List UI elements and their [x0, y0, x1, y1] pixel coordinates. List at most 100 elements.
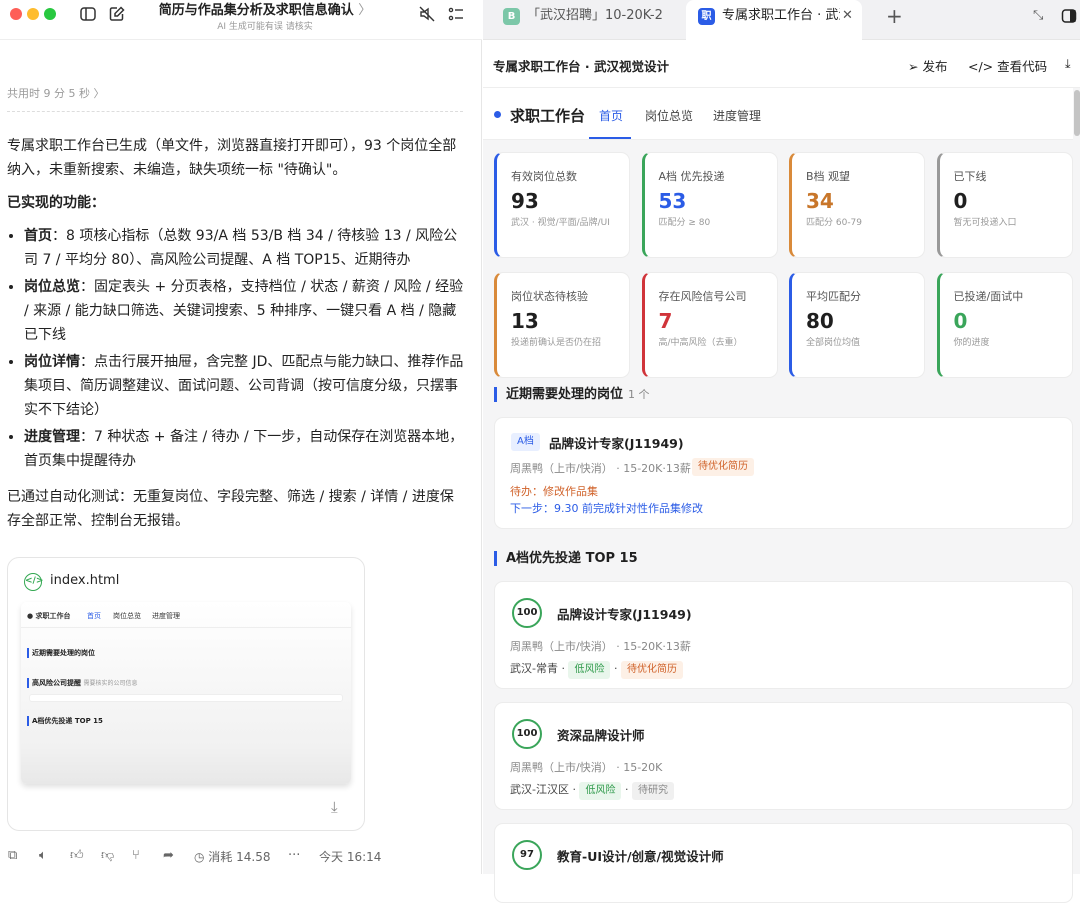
close-tab-icon[interactable]: ✕ — [842, 0, 853, 32]
tab-favicon: 职 — [698, 8, 715, 25]
token-cost: ◷ 消耗 14.58 — [194, 850, 271, 864]
browser-tabstrip: B 「武汉招聘」10-20K-2 职 专属求职工作台 · 武汉 ✕ + ⤡ — [483, 0, 1080, 40]
features-list: 首页：8 项核心指标（总数 93/A 档 53/B 档 34 / 待核验 13 … — [24, 224, 467, 473]
stat-card: B档 观望 34 匹配分 60-79 — [789, 152, 925, 258]
chevron-right-icon: 〉 — [358, 3, 372, 18]
stat-card: 已下线 0 暂无可投递入口 — [936, 152, 1073, 258]
thumbs-up-icon[interactable]: 👍︎ — [70, 848, 84, 863]
browser-tab-2[interactable]: 职 专属求职工作台 · 武汉 ✕ — [686, 0, 862, 40]
stat-card: 岗位状态待核验 13 投递前确认是否仍在招 — [494, 272, 630, 378]
more-icon[interactable]: ··· — [288, 848, 300, 863]
branch-icon[interactable]: ⑂ — [132, 848, 140, 863]
file-name: index.html — [50, 573, 120, 588]
stat-subtext: 武汉 · 视觉/平面/品牌/UI — [511, 218, 610, 228]
message-actions-bar: ⧉ 🔈︎ 👍︎ 👎︎ ⑂ ➦ ◷ 消耗 14.58 ··· 今天 16:14 — [8, 848, 478, 868]
preview-navbar: ● 求职工作台 首页 岗位总览 进度管理 — [21, 602, 351, 628]
stat-label: 有效岗位总数 — [511, 170, 577, 183]
job-tags: 武汉-常青 · 低风险 · 待优化简历 — [510, 660, 683, 679]
restore-icon[interactable]: ⤡ — [1033, 0, 1051, 40]
ai-disclaimer: AI 生成可能有误 请核实 — [217, 22, 313, 32]
stat-card: 平均匹配分 80 全部岗位均值 — [789, 272, 925, 378]
todo-text: 待办：修改作品集 — [510, 485, 598, 498]
job-card[interactable]: 100 品牌设计专家(J11949) 周黑鸭（上市/快消） · 15-20K·1… — [494, 581, 1073, 689]
job-card[interactable]: 100 资深品牌设计师 周黑鸭（上市/快消） · 15-20K 武汉-江汉区 ·… — [494, 702, 1073, 810]
chat-title[interactable]: 简历与作品集分析及求职信息确认 〉 — [150, 0, 380, 18]
send-icon: ➢ — [908, 59, 919, 74]
intro-text: 专属求职工作台已生成（单文件，浏览器直接打开即可），93 个岗位全部纳入，未重新… — [7, 138, 457, 178]
preview-tab-home: 首页 — [87, 612, 101, 620]
page-title: 专属求职工作台 · 武汉视觉设计 — [493, 59, 669, 74]
file-attachment-card[interactable]: </> index.html ● 求职工作台 首页 岗位总览 进度管理 近期需要… — [7, 557, 365, 831]
stat-card: A档 优先投递 53 匹配分 ≥ 80 — [641, 152, 778, 258]
stat-value: 80 — [806, 309, 834, 333]
job-meta: 周黑鸭（上市/快消） · 15-20K — [510, 761, 663, 774]
code-icon: </> — [968, 59, 994, 74]
file-preview-thumbnail[interactable]: ● 求职工作台 首页 岗位总览 进度管理 近期需要处理的岗位 高风险公司提醒 需… — [21, 602, 351, 784]
stat-label: 已下线 — [953, 170, 987, 183]
list-item: 岗位详情：点击行展开抽屉，含完整 JD、匹配点与能力缺口、推荐作品集项目、简历调… — [24, 350, 467, 422]
elapsed-time-toggle[interactable]: 共用时 9 分 5 秒 〉 — [7, 85, 104, 101]
status-badge: 待优化简历 — [692, 458, 754, 476]
recent-job-card[interactable]: A档 品牌设计专家(J11949) 周黑鸭（上市/快消） · 15-20K·13… — [494, 417, 1073, 529]
test-note: 已通过自动化测试：无重复岗位、字段完整、筛选 / 搜索 / 详情 / 进度保存全… — [7, 489, 454, 529]
features-heading: 已实现的功能： — [7, 195, 105, 211]
job-card[interactable]: 97 教育-UI设计/创意/视觉设计师 — [494, 823, 1073, 903]
stat-label: 存在风险信号公司 — [658, 290, 747, 303]
stat-subtext: 暂无可投递入口 — [953, 218, 1017, 228]
split-view-icon[interactable] — [1061, 8, 1077, 24]
brand-dot-icon — [494, 111, 501, 118]
recent-section-title: 近期需要处理的岗位 1 个 — [494, 387, 650, 402]
view-code-button[interactable]: </> 查看代码 — [968, 56, 1047, 75]
download-icon[interactable]: ⤓ — [331, 798, 338, 816]
stat-subtext: 匹配分 60-79 — [806, 218, 863, 228]
job-meta: 周黑鸭（上市/快消） · 15-20K·13薪 — [510, 640, 691, 653]
preview-section-risk: 高风险公司提醒 需要核实的公司信息 — [27, 678, 137, 688]
stat-subtext: 投递前确认是否仍在招 — [511, 338, 602, 348]
sidebar-toggle-icon[interactable] — [79, 5, 97, 23]
tab-progress[interactable]: 进度管理 — [713, 107, 761, 124]
code-file-icon: </> — [24, 573, 43, 591]
preview-section-top: A档优先投递 TOP 15 — [27, 716, 103, 726]
browser-pane: B 「武汉招聘」10-20K-2 职 专属求职工作台 · 武汉 ✕ + ⤡ 专属… — [483, 0, 1080, 903]
tab-home[interactable]: 首页 — [599, 107, 623, 124]
message-time: 今天 16:14 — [319, 850, 382, 864]
publish-button[interactable]: ➢ 发布 — [908, 56, 947, 75]
copy-icon[interactable]: ⧉ — [8, 848, 17, 863]
risk-badge: 低风险 — [568, 661, 611, 679]
stat-value: 0 — [953, 309, 968, 333]
top15-section-title: A档优先投递 TOP 15 — [494, 551, 638, 566]
zoom-window-button[interactable] — [44, 8, 56, 20]
close-window-button[interactable] — [10, 8, 22, 20]
job-title: 资深品牌设计师 — [557, 728, 645, 743]
stat-label: A档 优先投递 — [658, 170, 725, 183]
list-item: 进度管理：7 种状态 + 备注 / 待办 / 下一步，自动保存在浏览器本地，首页… — [24, 425, 467, 473]
tab-overview[interactable]: 岗位总览 — [645, 107, 693, 124]
scrollbar[interactable] — [1073, 88, 1080, 874]
thumbs-down-icon[interactable]: 👎︎ — [101, 848, 114, 863]
grade-badge: A档 — [511, 433, 540, 451]
minimize-window-button[interactable] — [27, 8, 39, 20]
new-tab-icon[interactable]: + — [886, 0, 906, 40]
chat-pane: 简历与作品集分析及求职信息确认 〉 AI 生成可能有误 请核实 共用时 9 分 … — [0, 0, 482, 874]
stat-label: B档 观望 — [806, 170, 851, 183]
stat-subtext: 高/中高风险（去重） — [658, 338, 743, 348]
stat-label: 已投递/面试中 — [953, 290, 1024, 303]
share-icon[interactable]: ➦ — [163, 848, 174, 863]
list-settings-icon[interactable] — [447, 5, 465, 23]
scrollbar-thumb[interactable] — [1074, 90, 1080, 136]
browser-tab-1[interactable]: B 「武汉招聘」10-20K-2 — [493, 0, 683, 40]
preview-header: 专属求职工作台 · 武汉视觉设计 ➢ 发布 </> 查看代码 ⤓ — [483, 40, 1080, 88]
read-aloud-icon[interactable]: 🔈︎ — [39, 848, 47, 863]
stat-value: 0 — [953, 189, 968, 213]
download-icon[interactable]: ⤓ — [1065, 56, 1071, 72]
preview-risk-panel — [29, 694, 343, 702]
status-badge: 待研究 — [631, 782, 674, 800]
mute-icon[interactable] — [418, 5, 436, 23]
score-ring: 100 — [512, 598, 542, 628]
job-meta: 周黑鸭（上市/快消） · 15-20K·13薪 · — [510, 462, 698, 475]
new-chat-icon[interactable] — [108, 5, 126, 23]
preview-tab-progress: 进度管理 — [152, 612, 180, 620]
preview-tab-overview: 岗位总览 — [113, 612, 141, 620]
stat-subtext: 匹配分 ≥ 80 — [658, 218, 711, 228]
next-step-text: 下一步：9.30 前完成针对性作品集修改 — [510, 502, 703, 515]
